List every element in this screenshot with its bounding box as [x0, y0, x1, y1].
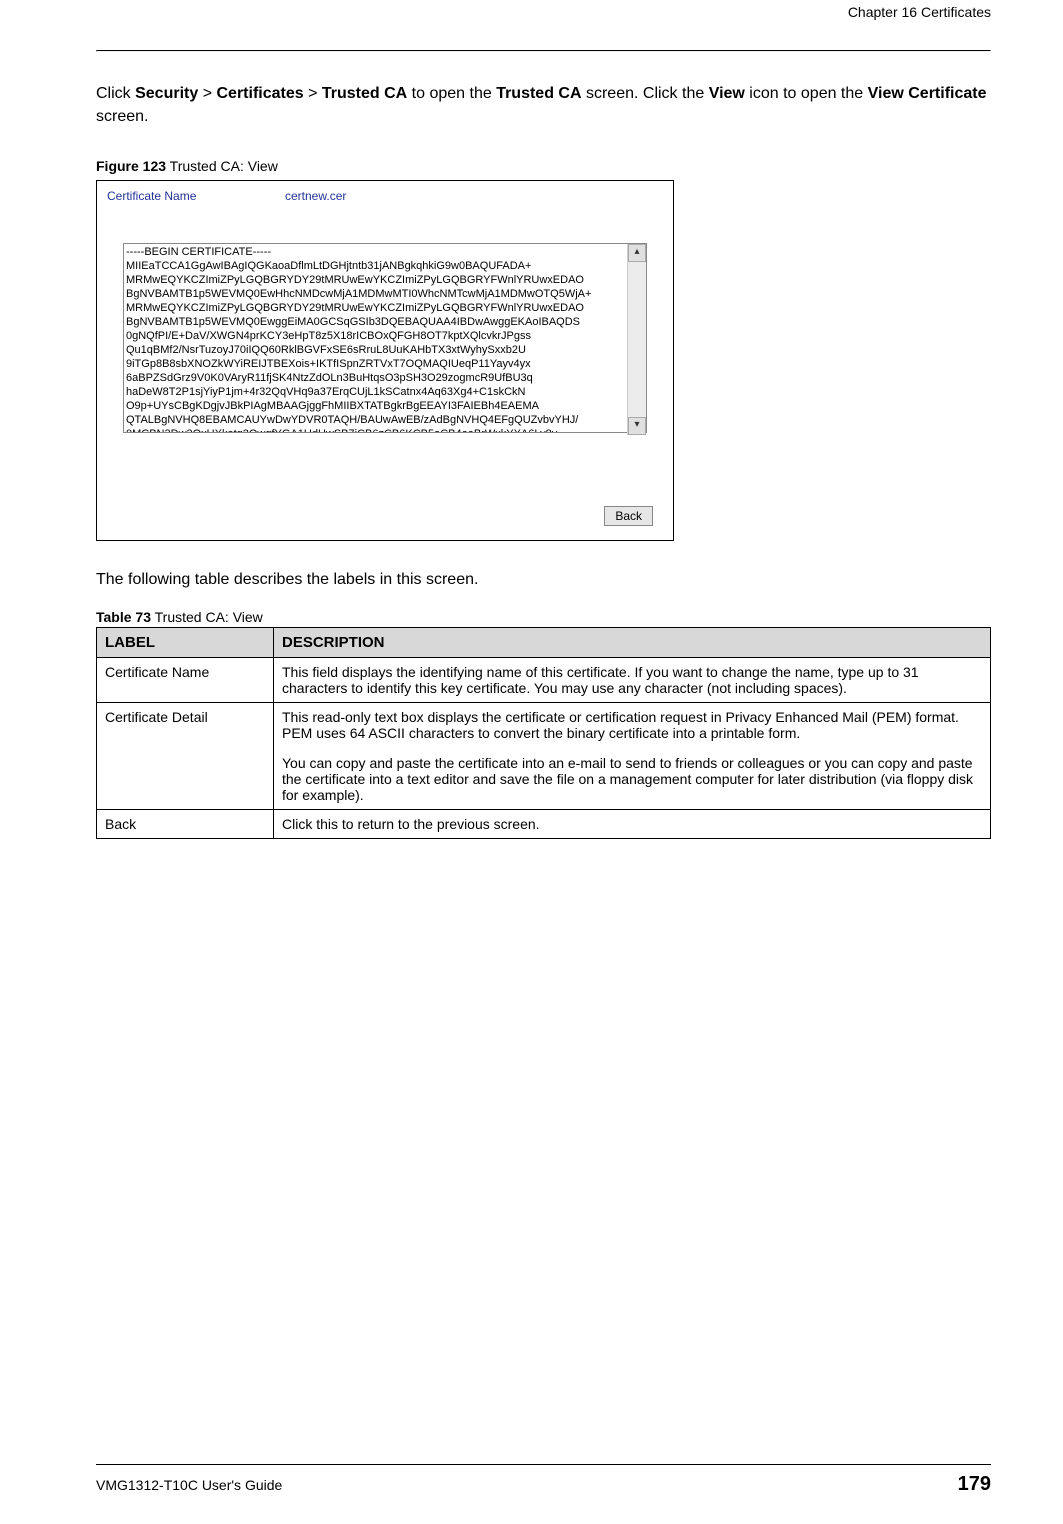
table-head-row: LABEL DESCRIPTION — [97, 628, 991, 658]
table-label: Table 73 — [96, 609, 151, 625]
intro-paragraph: Click Security > Certificates > Trusted … — [96, 82, 991, 128]
figure-trusted-ca-view: Certificate Name certnew.cer -----BEGIN … — [96, 180, 674, 541]
table-head-label: LABEL — [97, 628, 274, 658]
row-description: This read-only text box displays the cer… — [274, 703, 991, 810]
figure-label: Figure 123 — [96, 158, 166, 174]
figure-top-row: Certificate Name certnew.cer — [97, 181, 673, 243]
table-row: Back Click this to return to the previou… — [97, 810, 991, 839]
page-footer: VMG1312-T10C User's Guide 179 — [96, 1464, 991, 1496]
figure-caption: Figure 123 Trusted CA: View — [96, 158, 991, 174]
intro-bold-trustedca2: Trusted CA — [496, 85, 581, 102]
intro-suffix: screen. — [96, 108, 148, 125]
page-number: 179 — [958, 1473, 991, 1496]
scroll-up-icon[interactable]: ▴ — [628, 244, 646, 262]
table-head-description: DESCRIPTION — [274, 628, 991, 658]
table-row: Certificate Name This field displays the… — [97, 658, 991, 703]
certificate-name-value: certnew.cer — [285, 189, 346, 203]
intro-sep1: > — [198, 85, 216, 102]
row-desc-p2: You can copy and paste the certificate i… — [282, 755, 982, 803]
scroll-down-icon[interactable]: ▾ — [628, 417, 646, 435]
intro-mid3: icon to open the — [745, 85, 868, 102]
certificate-name-label: Certificate Name — [107, 189, 285, 203]
back-button[interactable]: Back — [604, 506, 653, 526]
row-label: Back — [97, 810, 274, 839]
after-figure-text: The following table describes the labels… — [96, 571, 991, 589]
intro-bold-security: Security — [135, 85, 198, 102]
intro-bold-view: View — [709, 85, 745, 102]
header-rule — [96, 50, 991, 52]
row-label: Certificate Name — [97, 658, 274, 703]
intro-sep2: > — [304, 85, 322, 102]
description-table: LABEL DESCRIPTION Certificate Name This … — [96, 627, 991, 839]
scrollbar[interactable]: ▴ ▾ — [627, 244, 646, 435]
chapter-title: Chapter 16 Certificates — [96, 4, 991, 20]
row-description: Click this to return to the previous scr… — [274, 810, 991, 839]
row-label: Certificate Detail — [97, 703, 274, 810]
row-desc-p1: This read-only text box displays the cer… — [282, 709, 982, 741]
footer-guide: VMG1312-T10C User's Guide — [96, 1477, 282, 1493]
certificate-detail-textarea[interactable]: -----BEGIN CERTIFICATE----- MIIEaTCCA1Gg… — [123, 243, 647, 433]
certificate-detail-wrap: -----BEGIN CERTIFICATE----- MIIEaTCCA1Gg… — [123, 243, 647, 436]
figure-bottom-row: Back — [97, 506, 673, 540]
row-description: This field displays the identifying name… — [274, 658, 991, 703]
page: Chapter 16 Certificates Click Security >… — [0, 0, 1063, 1524]
intro-mid1: to open the — [407, 85, 496, 102]
table-row: Certificate Detail This read-only text b… — [97, 703, 991, 810]
intro-bold-trustedca1: Trusted CA — [322, 85, 407, 102]
intro-bold-certificates: Certificates — [216, 85, 303, 102]
intro-bold-viewcert: View Certificate — [868, 85, 987, 102]
row-desc-p1: This field displays the identifying name… — [282, 664, 982, 696]
intro-text: Click — [96, 85, 135, 102]
table-caption: Table 73 Trusted CA: View — [96, 609, 991, 625]
row-desc-p1: Click this to return to the previous scr… — [282, 816, 982, 832]
table-title: Trusted CA: View — [151, 609, 263, 625]
figure-spacer — [97, 436, 673, 506]
intro-mid2: screen. Click the — [582, 85, 709, 102]
figure-title: Trusted CA: View — [166, 158, 278, 174]
